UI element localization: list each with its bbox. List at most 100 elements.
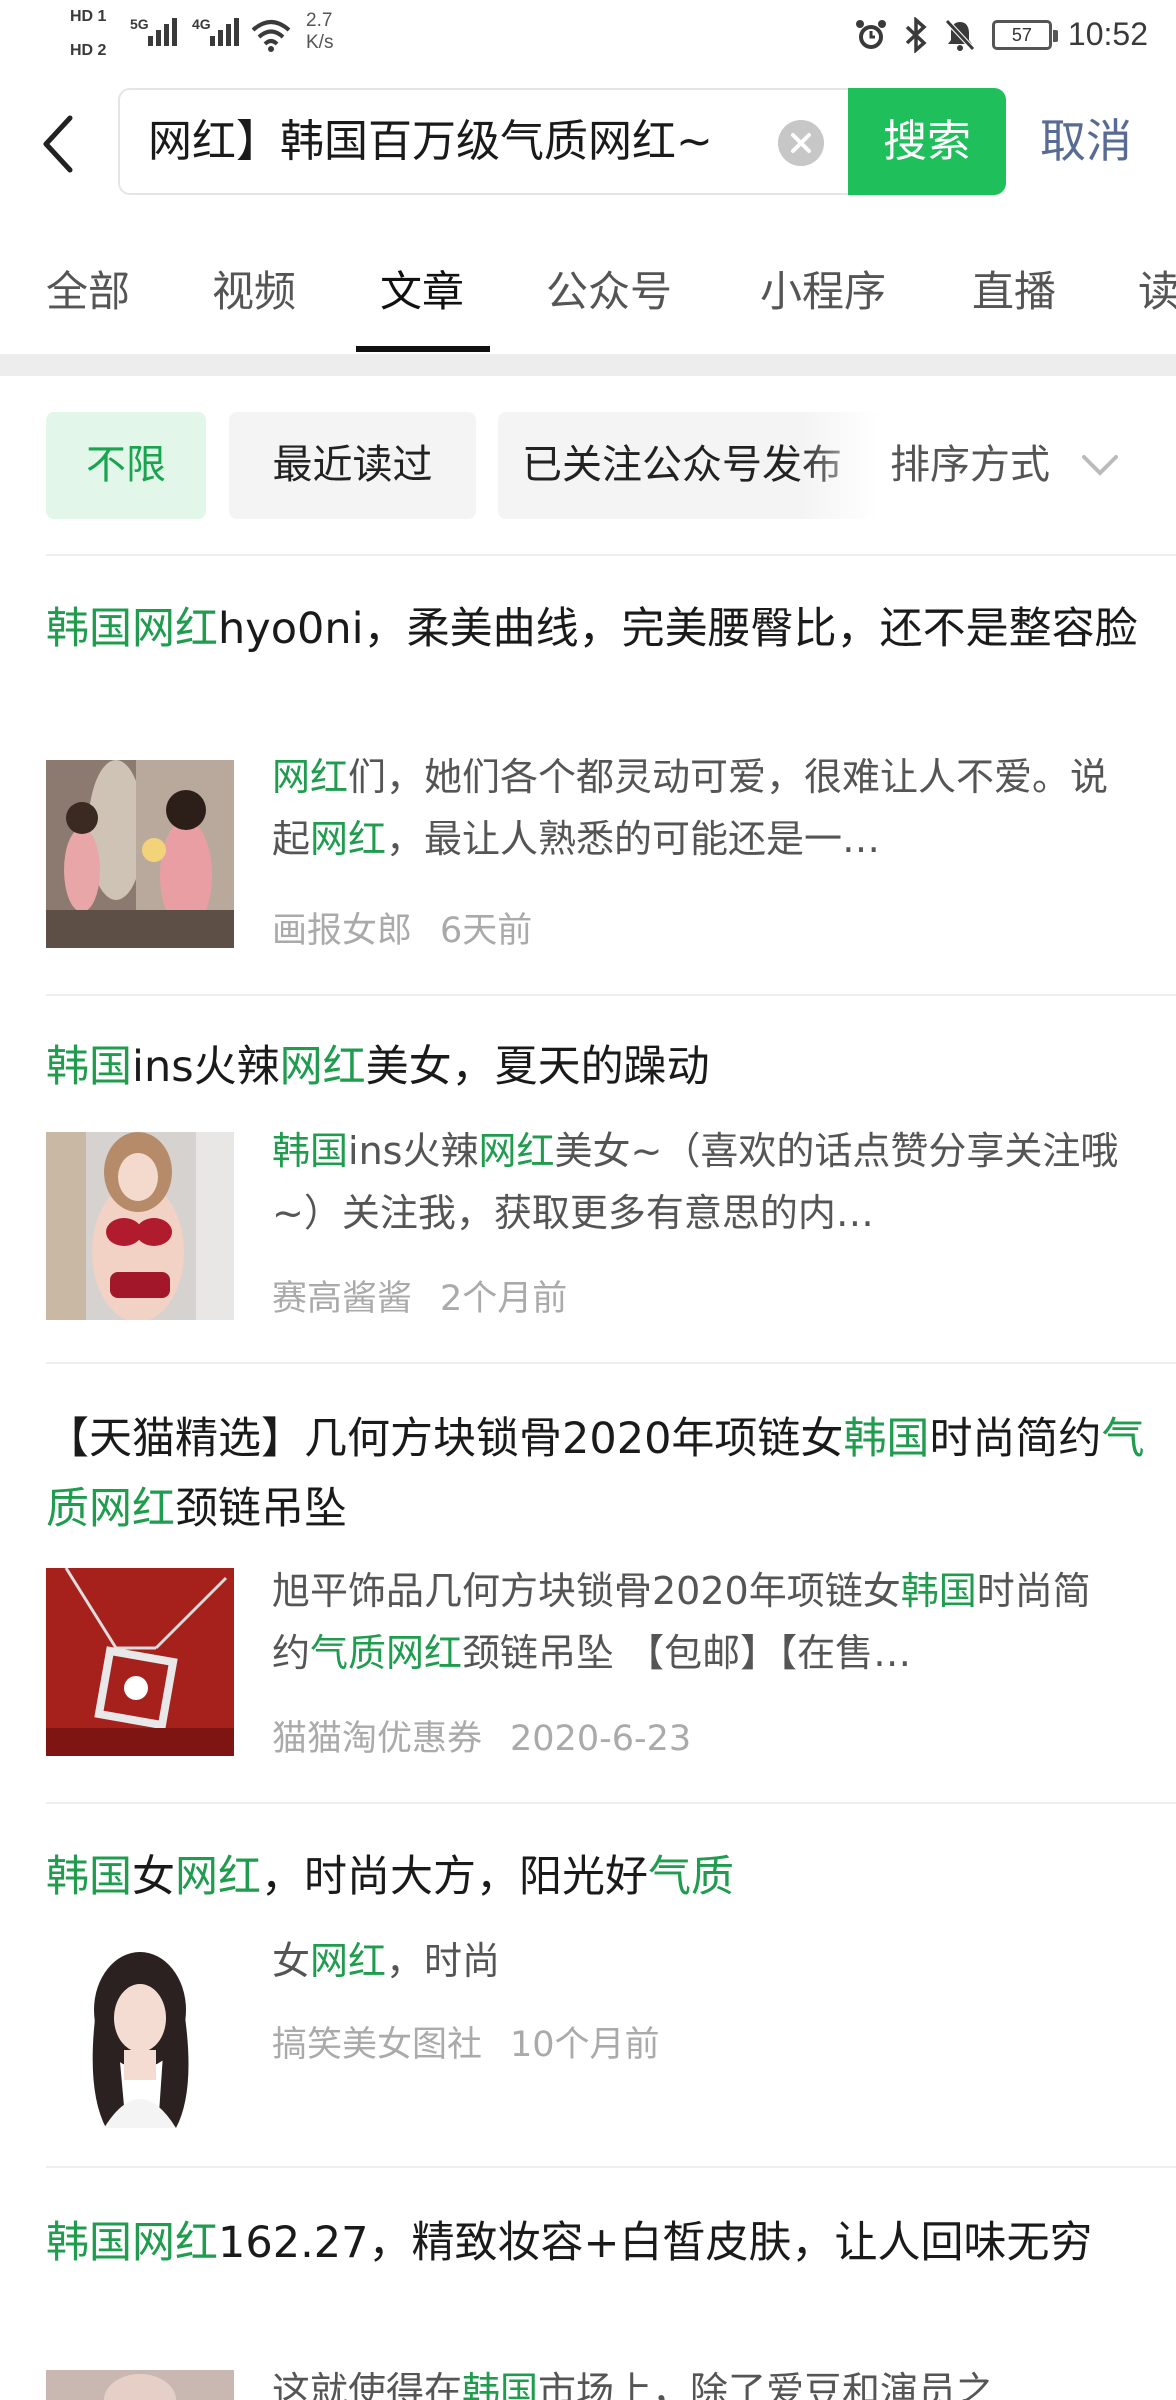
filter-chip-any[interactable]: 不限 (46, 412, 206, 519)
divider (46, 1802, 1176, 1804)
result-meta: 赛高酱酱 2个月前 (272, 1270, 567, 1321)
result-title[interactable]: 韩国ins火辣网红美女，夏天的躁动 (46, 1032, 1146, 1102)
search-input[interactable]: 网红】韩国百万级气质网红~ (148, 90, 768, 193)
chip-fade (800, 412, 900, 519)
result-title[interactable]: 【天猫精选】几何方块锁骨2020年项链女韩国时尚简约气质网红颈链吊坠 (46, 1404, 1146, 1544)
divider (46, 554, 1176, 556)
sim2-hd-label: HD 2 (70, 42, 107, 59)
result-source[interactable]: 猫猫淘优惠券 (272, 1719, 482, 1759)
keyword-highlight: 韩国 (462, 2369, 539, 2400)
divider (46, 2166, 1176, 2168)
keyword-highlight: 韩国 (46, 1852, 132, 1902)
result-time: 10个月前 (510, 2025, 660, 2065)
sort-dropdown[interactable]: 排序方式 (890, 412, 1050, 519)
result-title[interactable]: 韩国网红162.27，精致妆容+白皙皮肤，让人回味无穷 (46, 2208, 1146, 2278)
result-thumbnail (46, 1568, 234, 1756)
signal-icon (210, 14, 239, 46)
text-segment: 时尚简约 (929, 1414, 1102, 1464)
result-source[interactable]: 画报女郎 (272, 911, 412, 951)
result-source[interactable]: 搞笑美女图社 (272, 2025, 482, 2065)
divider (46, 994, 1176, 996)
text-segment: ins火辣 (132, 1042, 280, 1092)
result-meta: 画报女郎 6天前 (272, 902, 532, 953)
text-segment: 【天猫精选】几何方块锁骨2020年项链女 (46, 1414, 844, 1464)
text-segment: ，最让人熟悉的可能还是一… (386, 817, 881, 861)
keyword-highlight: 韩国 (900, 1569, 977, 1613)
network-5g-label: 5G (130, 16, 149, 32)
text-segment: ，时尚 (386, 1939, 501, 1983)
network-4g-label: 4G (192, 16, 211, 32)
keyword-highlight: 气质 (648, 1852, 734, 1902)
tab-live[interactable]: 直播 (972, 230, 1056, 354)
section-separator (0, 354, 1176, 376)
keyword-highlight: 韩国网红 (46, 2218, 218, 2268)
net-speed-unit: K/s (306, 32, 334, 53)
bluetooth-icon (905, 16, 927, 53)
result-thumbnail (46, 2370, 234, 2400)
result-thumbnail (46, 760, 234, 948)
result-snippet: 这就使得在韩国市场上，除了爱豆和演员之 (272, 2360, 1128, 2400)
keyword-highlight: 网红 (478, 1129, 555, 1173)
result-snippet: 旭平饰品几何方块锁骨2020年项链女韩国时尚简约气质网红颈链吊坠 【包邮】【在售… (272, 1560, 1128, 1684)
clock: 10:52 (1067, 16, 1148, 52)
text-segment: 女 (272, 1939, 311, 1983)
text-segment: 颈链吊坠 (175, 1484, 347, 1534)
tab-all[interactable]: 全部 (46, 230, 130, 354)
category-tabs: 全部 视频 文章 公众号 小程序 直播 读 (0, 230, 1176, 354)
keyword-highlight: 网红 (272, 755, 349, 799)
alarm-icon (855, 19, 886, 49)
signal-icon (148, 14, 177, 46)
keyword-highlight: 网红 (310, 1939, 387, 1983)
mute-bell-icon (945, 18, 975, 51)
tab-read[interactable]: 读 (1138, 230, 1176, 354)
divider (46, 1362, 1176, 1364)
active-tab-indicator (356, 346, 490, 352)
net-speed: 2.7 K/s (306, 10, 333, 54)
text-segment: 这就使得在 (272, 2369, 463, 2400)
text-segment: 美女，夏天的躁动 (365, 1042, 710, 1092)
tab-article[interactable]: 文章 (380, 230, 464, 354)
keyword-highlight: 韩国 (272, 1129, 349, 1173)
result-title[interactable]: 韩国网红hyo0ni，柔美曲线，完美腰臀比，还不是整容脸 (46, 594, 1146, 664)
result-snippet: 女网红，时尚 (272, 1930, 1128, 1992)
battery-indicator: 57 (991, 19, 1058, 50)
status-bar: HD 1 HD 2 5G 4G 2.7 K/s 57 10:52 (0, 0, 1176, 76)
text-segment: 旭平饰品几何方块锁骨2020年项链女 (272, 1569, 901, 1613)
text-segment: ins火辣 (348, 1129, 479, 1173)
result-thumbnail (46, 1132, 234, 1320)
result-thumbnail (46, 1940, 234, 2128)
keyword-highlight: 网红 (310, 817, 387, 861)
tab-mini-program[interactable]: 小程序 (760, 230, 886, 354)
sim1-hd-label: HD 1 (70, 8, 107, 25)
result-time: 2个月前 (440, 1279, 568, 1319)
tab-official-account[interactable]: 公众号 (546, 230, 672, 354)
search-button[interactable]: 搜索 (848, 88, 1006, 195)
text-segment: hyo0ni，柔美曲线，完美腰臀比，还不是整容脸 (218, 604, 1138, 654)
keyword-highlight: 气质网红 (310, 1631, 463, 1675)
result-snippet: 韩国ins火辣网红美女~（喜欢的话点赞分享关注哦~）关注我，获取更多有意思的内… (272, 1120, 1128, 1244)
keyword-highlight: 韩国 (46, 1042, 132, 1092)
text-segment: 女 (132, 1852, 175, 1902)
clear-icon[interactable] (778, 120, 824, 166)
cancel-button[interactable]: 取消 (1040, 88, 1132, 195)
filter-chip-recently-read[interactable]: 最近读过 (229, 412, 476, 519)
text-segment: 162.27，精致妆容+白皙皮肤，让人回味无穷 (218, 2218, 1093, 2268)
result-source[interactable]: 赛高酱酱 (272, 1279, 412, 1319)
result-time: 2020-6-23 (510, 1719, 692, 1759)
back-arrow-icon[interactable] (38, 112, 82, 176)
keyword-highlight: 韩国网红 (46, 604, 218, 654)
tab-video[interactable]: 视频 (212, 230, 296, 354)
text-segment: 颈链吊坠 【包邮】【在售… (462, 1631, 912, 1675)
chevron-down-icon[interactable] (1080, 452, 1120, 478)
result-snippet: 网红们，她们各个都灵动可爱，很难让人不爱。说起网红，最让人熟悉的可能还是一… (272, 746, 1128, 870)
result-title[interactable]: 韩国女网红，时尚大方，阳光好气质 (46, 1842, 1146, 1912)
result-meta: 搞笑美女图社 10个月前 (272, 2016, 660, 2067)
text-segment: 市场上，除了爱豆和演员之 (538, 2369, 995, 2400)
keyword-highlight: 网红 (279, 1042, 366, 1092)
net-speed-value: 2.7 (306, 10, 333, 31)
result-time: 6天前 (440, 911, 533, 951)
wifi-icon (251, 20, 291, 52)
text-segment: ，时尚大方，阳光好 (261, 1852, 648, 1902)
keyword-highlight: 韩国 (843, 1414, 930, 1464)
keyword-highlight: 网红 (175, 1852, 261, 1902)
